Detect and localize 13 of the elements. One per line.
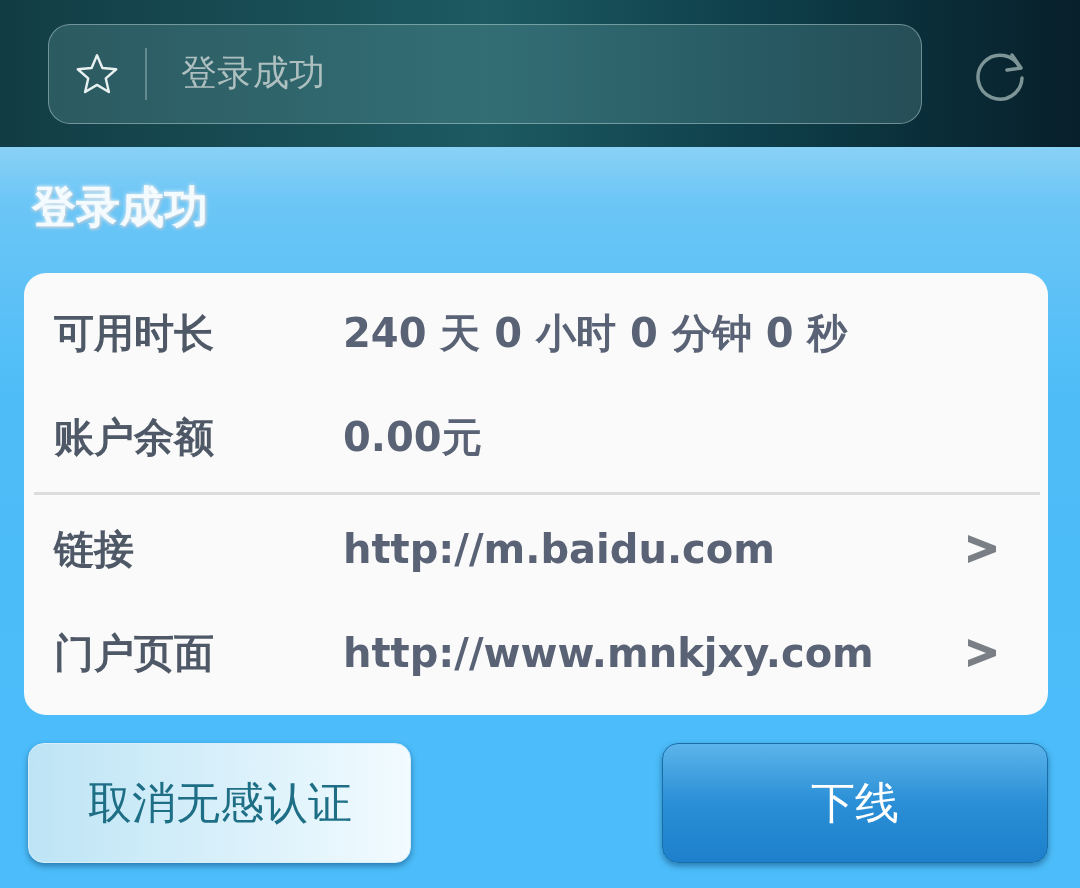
row-label: 可用时长 xyxy=(54,308,215,358)
row-label: 门户页面 xyxy=(54,628,215,678)
row-value: 240 天 0 小时 0 分钟 0 秒 xyxy=(343,308,849,358)
logout-button[interactable]: 下线 xyxy=(662,743,1048,863)
address-field[interactable]: 登录成功 xyxy=(48,23,922,124)
page-title: 登录成功 xyxy=(32,181,209,234)
link-text[interactable]: http://m.baidu.com xyxy=(343,526,962,572)
row-label: 账户余额 xyxy=(54,412,215,462)
row-label: 链接 xyxy=(54,524,135,574)
row-value: 0.00元 xyxy=(343,412,483,462)
link-text[interactable]: http://www.mnkjxy.com xyxy=(343,630,962,676)
star-icon[interactable] xyxy=(75,51,119,96)
cancel-button[interactable]: 取消无感认证 xyxy=(28,743,411,863)
